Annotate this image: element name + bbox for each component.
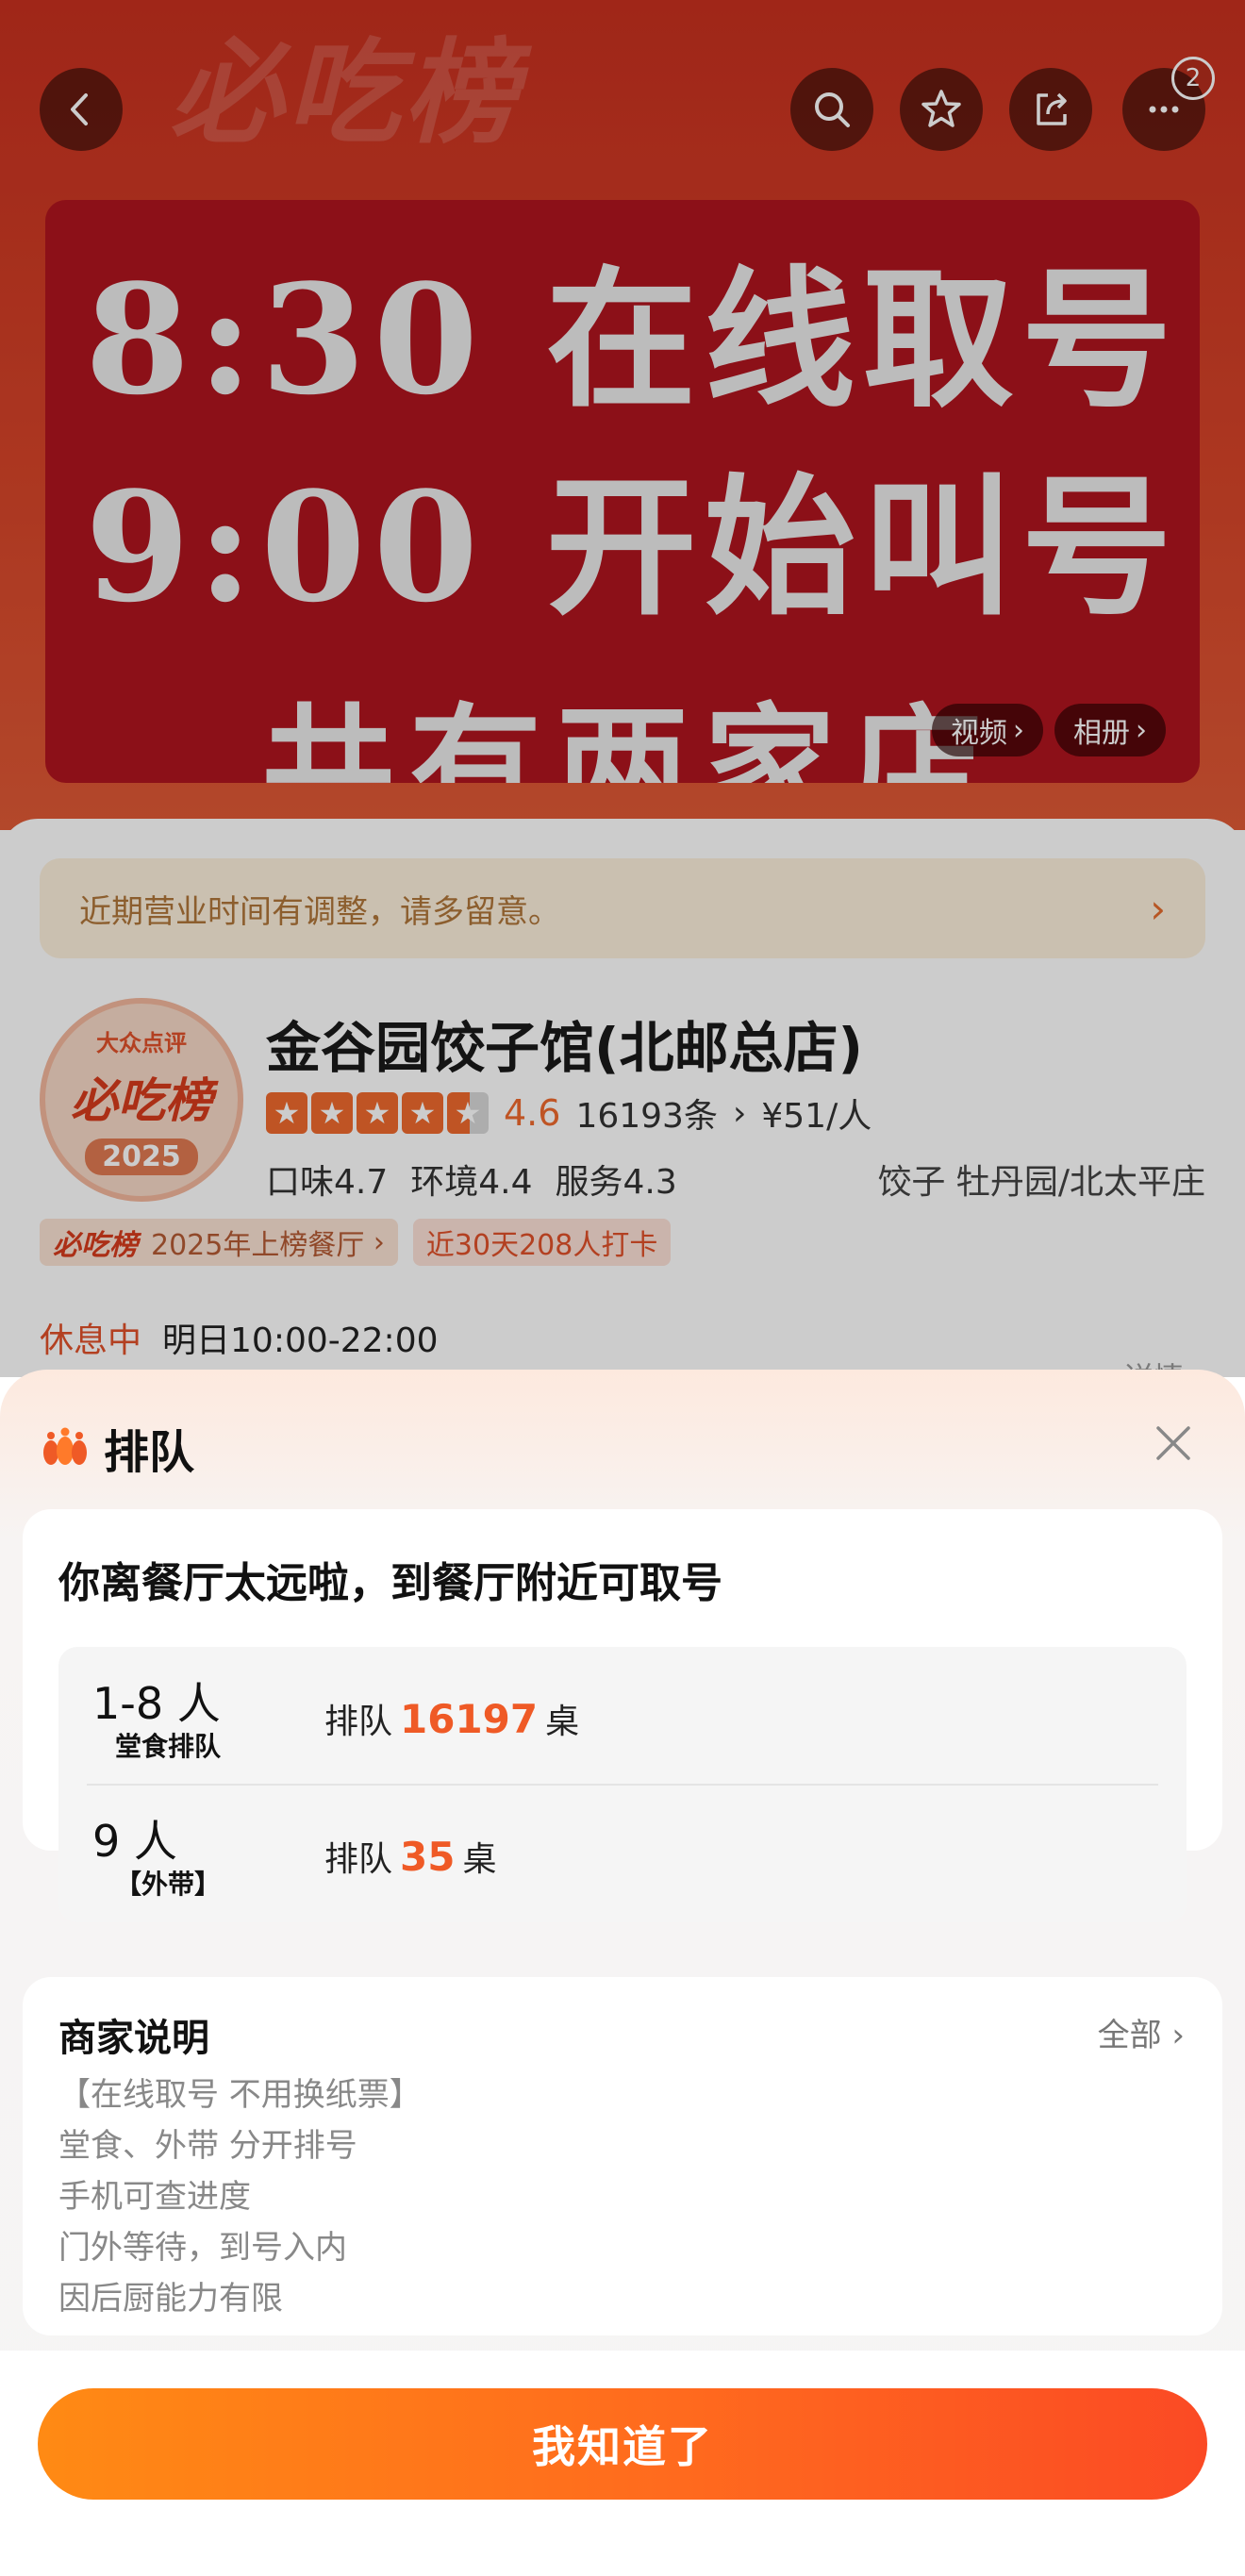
queue-suffix: 桌: [462, 1840, 497, 1879]
queue-row-dine-in: 1-8 人 堂食排队 排队 16197 桌: [58, 1647, 1187, 1786]
bottom-action-bar: 我知道了: [0, 2351, 1245, 2576]
note-line: 手机可查进度: [58, 2178, 251, 2216]
queue-wait: 排队 35 桌: [324, 1832, 496, 1881]
note-line: 门外等待，到号入内: [58, 2229, 347, 2267]
party-size: 1-8 人: [92, 1678, 221, 1729]
queue-count: 35: [400, 1834, 456, 1880]
merchant-notes-card: 商家说明 全部 › 【在线取号 不用换纸票】 堂食、外带 分开排号 手机可查进度…: [23, 1977, 1222, 2335]
queue-row-takeaway: 9 人 【外带】 排队 35 桌: [58, 1785, 1187, 1922]
queue-icon: [43, 1427, 87, 1465]
queue-prefix: 排队: [324, 1703, 393, 1741]
queue-suffix: 桌: [545, 1703, 580, 1741]
merchant-notes-text: 【在线取号 不用换纸票】 堂食、外带 分开排号 手机可查进度 门外等待，到号入内…: [58, 2069, 422, 2324]
queue-type: 【外带】: [114, 1869, 221, 1900]
view-all-link[interactable]: 全部 ›: [1098, 2009, 1185, 2055]
sheet-title: 排队: [104, 1426, 195, 1479]
note-line: 【在线取号 不用换纸票】: [58, 2076, 422, 2114]
confirm-button[interactable]: 我知道了: [38, 2388, 1207, 2500]
distance-notice: 你离餐厅太远啦，到餐厅附近可取号: [58, 1559, 722, 1607]
close-icon[interactable]: [1149, 1419, 1198, 1468]
queue-list: 1-8 人 堂食排队 排队 16197 桌 9 人 【外带】 排队 35 桌: [58, 1647, 1187, 1922]
merchant-notes-title: 商家说明: [58, 2017, 209, 2060]
queue-count: 16197: [400, 1696, 539, 1742]
queue-wait: 排队 16197 桌: [324, 1694, 579, 1743]
party-size: 9 人: [92, 1816, 177, 1867]
note-line: 堂食、外带 分开排号: [58, 2127, 357, 2165]
sheet-header: 排队: [40, 1415, 194, 1481]
queue-prefix: 排队: [324, 1840, 393, 1879]
queue-status-card: 你离餐厅太远啦，到餐厅附近可取号 1-8 人 堂食排队 排队 16197 桌 9…: [23, 1509, 1222, 1922]
queue-type: 堂食排队: [114, 1731, 221, 1762]
note-line: 因后厨能力有限: [58, 2280, 283, 2318]
queue-bottom-sheet: 排队 你离餐厅太远啦，到餐厅附近可取号 1-8 人 堂食排队 排队 16197 …: [0, 1370, 1245, 2576]
modal-backdrop[interactable]: [0, 0, 1245, 1377]
